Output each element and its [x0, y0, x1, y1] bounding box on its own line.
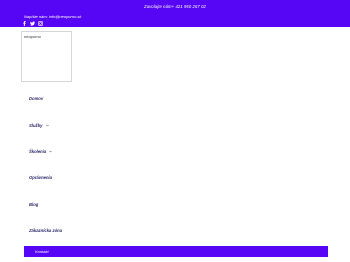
instagram-icon[interactable] — [38, 20, 43, 26]
chevron-down-icon — [45, 124, 49, 127]
contact-button-label: Kontakt — [35, 249, 49, 254]
nav-item-sluzby[interactable]: Služby — [29, 123, 49, 128]
email-contact-link[interactable]: Napíšte nám: info@neoporno.sk — [24, 14, 81, 19]
facebook-icon[interactable] — [22, 20, 27, 26]
nav-item-label: Služby — [29, 123, 43, 128]
nav-item-label: Školenia — [29, 149, 47, 154]
nav-item-blog[interactable]: Blog — [29, 202, 38, 207]
nav-item-zakaznicka-zona[interactable]: Zákaznícka zóna — [29, 228, 62, 233]
nav-item-label: Zákaznícka zóna — [29, 228, 63, 233]
logo-alt-text: neoporno — [24, 34, 41, 39]
nav-item-label: Oprávnenia — [29, 175, 53, 180]
chevron-down-icon — [49, 150, 53, 153]
nav-item-opravnenia[interactable]: Oprávnenia — [29, 175, 52, 180]
top-bar: Zavolajte nám+ 421 950 267 02 Napíšte ná… — [0, 0, 350, 27]
contact-button[interactable]: Kontakt — [24, 246, 328, 257]
social-links — [22, 20, 43, 26]
nav-item-skolenia[interactable]: Školenia — [29, 149, 53, 154]
nav-item-label: Blog — [29, 202, 39, 207]
phone-contact-link[interactable]: Zavolajte nám+ 421 950 267 02 — [0, 4, 350, 9]
twitter-icon[interactable] — [30, 21, 35, 26]
nav-item-domov[interactable]: Domov — [29, 96, 43, 101]
site-logo[interactable]: neoporno — [21, 31, 72, 82]
nav-item-label: Domov — [29, 96, 44, 101]
